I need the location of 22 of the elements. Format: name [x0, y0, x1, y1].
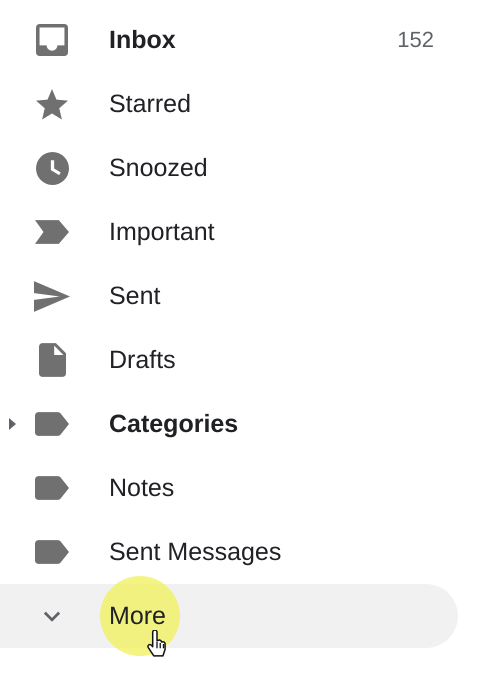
label-tag-icon [35, 540, 69, 564]
folder-link[interactable]: Categories [109, 410, 238, 438]
folder-link[interactable]: Inbox [109, 26, 176, 54]
unread-count: 152 [397, 27, 434, 53]
folder-link[interactable]: Starred [109, 90, 191, 118]
chevron-down-icon [43, 610, 61, 622]
folder-link[interactable]: Snoozed [109, 154, 208, 182]
hand-cursor-icon [146, 630, 168, 658]
label-tag-icon [35, 476, 69, 500]
important-marker-icon [35, 220, 69, 244]
folder-link[interactable]: Sent Messages [109, 538, 282, 566]
folder-link[interactable]: Important [109, 218, 215, 246]
star-icon [36, 88, 68, 120]
send-icon [34, 280, 70, 312]
folder-link[interactable]: Notes [109, 474, 174, 502]
folder-link[interactable]: Sent [109, 282, 160, 310]
label-tag-icon [35, 412, 69, 436]
clock-icon [36, 152, 68, 184]
folder-link[interactable]: Drafts [109, 346, 176, 374]
caret-icon[interactable] [9, 418, 17, 430]
document-icon [38, 343, 66, 377]
inbox-tray-icon [36, 24, 68, 56]
